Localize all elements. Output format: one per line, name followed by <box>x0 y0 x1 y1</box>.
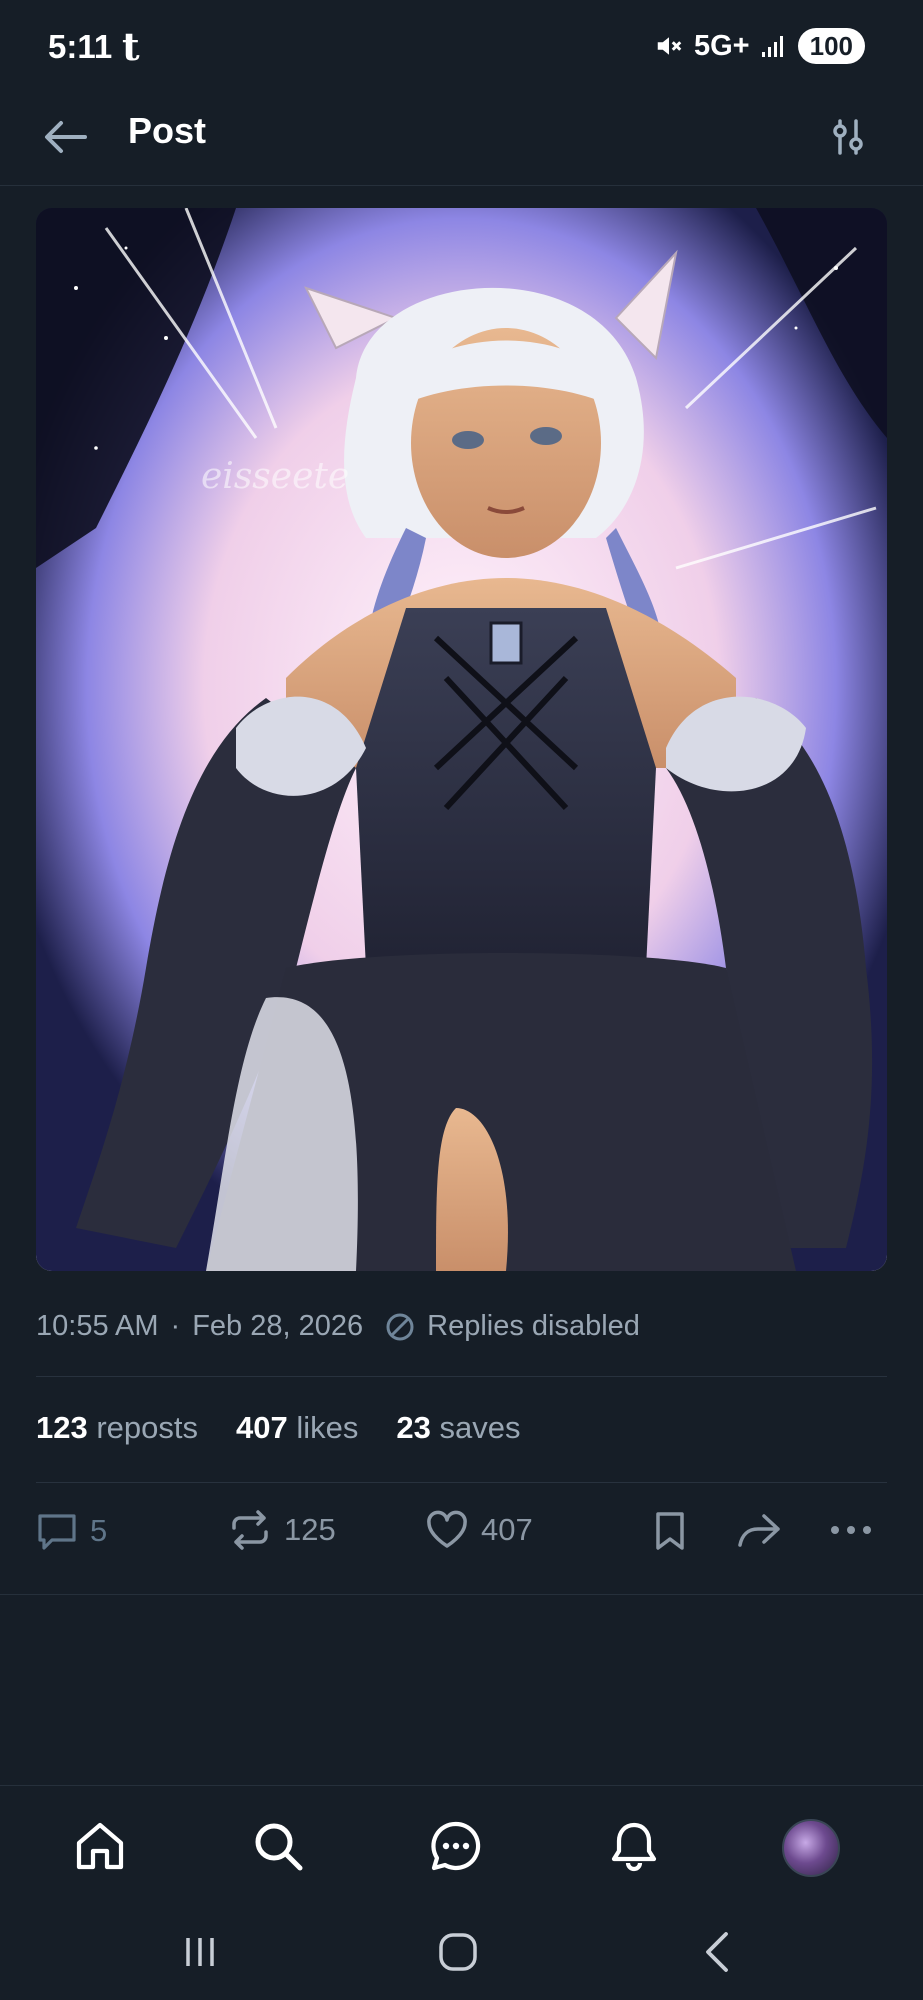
divider <box>36 1482 887 1483</box>
post-image[interactable]: eisseete <box>36 208 887 1271</box>
post-time: 10:55 AM <box>36 1310 159 1342</box>
divider <box>36 1376 887 1377</box>
comment-icon <box>38 1514 76 1550</box>
chevron-left-icon <box>706 1932 728 1972</box>
status-bar: 5:11 t 5G+ 100 <box>0 0 923 92</box>
home-square-icon <box>439 1933 477 1971</box>
heart-icon <box>427 1510 467 1548</box>
filter-button[interactable] <box>823 110 873 164</box>
bookmark-icon <box>656 1512 684 1550</box>
chat-icon <box>431 1821 481 1871</box>
saves-count: 23 <box>396 1410 431 1445</box>
like-count: 407 <box>481 1512 533 1547</box>
sliders-icon <box>833 119 863 155</box>
reply-count: 5 <box>90 1513 108 1548</box>
nav-search[interactable] <box>248 1816 308 1876</box>
artwork-illustration: eisseete <box>36 208 887 1271</box>
post-meta: 10:55 AM · Feb 28, 2026 Replies disabled <box>36 1310 640 1343</box>
likes-stat[interactable]: 407 likes <box>236 1410 358 1446</box>
disabled-icon <box>386 1313 414 1340</box>
reposts-count: 123 <box>36 1410 88 1445</box>
saves-label: saves <box>439 1410 521 1445</box>
signal-icon <box>761 36 783 57</box>
repost-count: 125 <box>284 1512 336 1547</box>
system-navigation <box>0 1905 923 2000</box>
mute-icon <box>657 37 682 55</box>
replies-status: Replies disabled <box>427 1310 640 1342</box>
repost-icon <box>232 1510 268 1550</box>
recents-icon <box>186 1938 214 1966</box>
bookmark-button[interactable] <box>652 1510 688 1552</box>
nav-chat[interactable] <box>426 1816 486 1876</box>
nav-notifications[interactable] <box>604 1816 664 1876</box>
network-label: 5G+ <box>693 29 750 62</box>
reposts-label: reposts <box>96 1410 199 1445</box>
like-button[interactable]: 407 <box>425 1510 533 1550</box>
likes-count: 407 <box>236 1410 288 1445</box>
repost-button[interactable]: 125 <box>228 1510 336 1550</box>
post-date: Feb 28, 2026 <box>192 1310 364 1342</box>
back-button[interactable] <box>40 112 90 162</box>
share-button[interactable] <box>736 1510 782 1550</box>
nav-profile-avatar[interactable] <box>782 1819 840 1877</box>
status-indicators: 5G+ 100 <box>654 28 865 64</box>
top-app-bar: Post <box>0 92 923 186</box>
saves-stat[interactable]: 23 saves <box>396 1410 520 1446</box>
post-stats: 123 reposts 407 likes 23 saves <box>36 1410 521 1446</box>
home-icon <box>76 1822 124 1870</box>
reply-button[interactable]: 5 <box>36 1510 107 1552</box>
more-icon <box>831 1526 871 1534</box>
reposts-stat[interactable]: 123 reposts <box>36 1410 198 1446</box>
post-actions: 5 125 407 <box>36 1510 887 1570</box>
bell-icon <box>611 1822 657 1872</box>
meta-separator: · <box>170 1310 181 1342</box>
page-title: Post <box>128 110 207 151</box>
image-watermark: eisseete <box>201 456 349 497</box>
nav-home[interactable] <box>70 1816 130 1876</box>
more-button[interactable] <box>828 1510 874 1550</box>
recents-button[interactable] <box>170 1927 230 1977</box>
bottom-navigation <box>0 1785 923 1905</box>
arrow-left-icon <box>45 121 87 153</box>
share-icon <box>738 1514 780 1547</box>
divider <box>0 1594 923 1595</box>
tumblr-notification-icon: t <box>122 24 140 69</box>
status-time: 5:11 <box>48 28 113 65</box>
back-system-button[interactable] <box>688 1927 748 1977</box>
likes-label: likes <box>296 1410 359 1445</box>
battery-badge: 100 <box>797 28 865 64</box>
search-icon <box>255 1823 303 1871</box>
home-button[interactable] <box>428 1927 488 1977</box>
